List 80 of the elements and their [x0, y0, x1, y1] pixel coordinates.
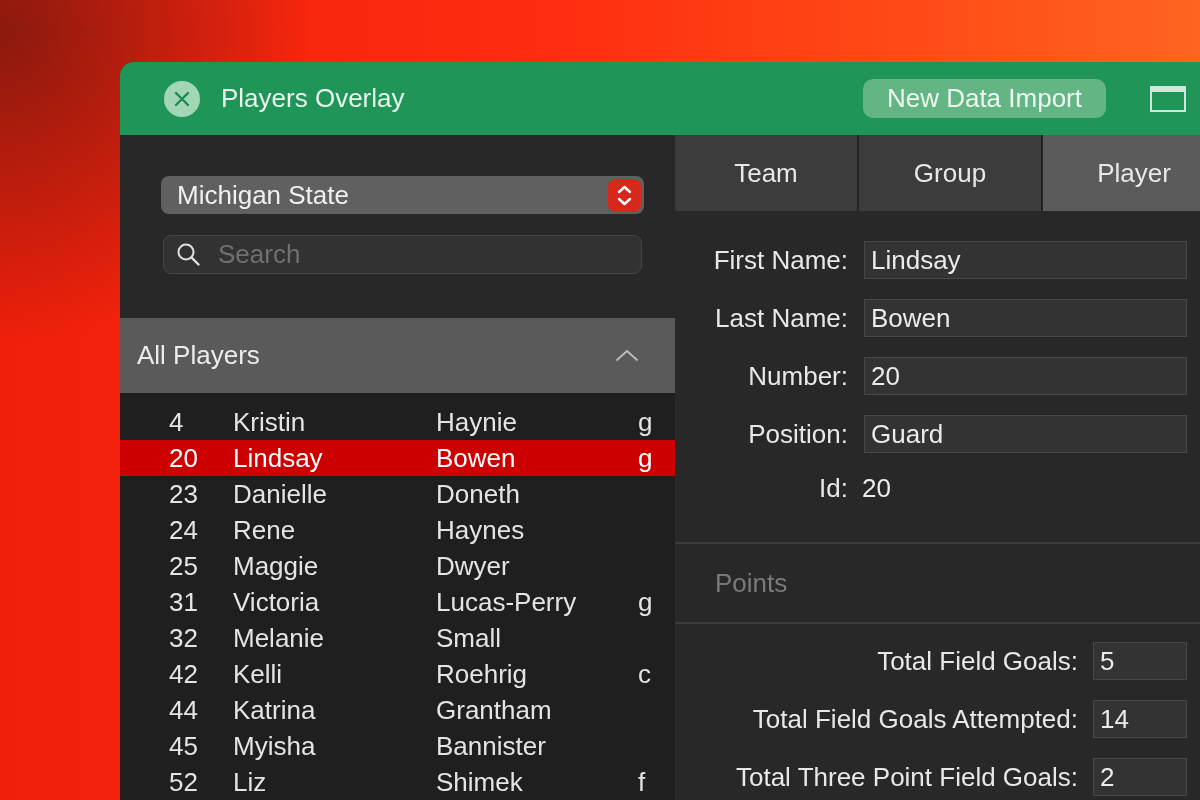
text-field[interactable]: Guard: [864, 415, 1187, 453]
player-last-name: Small: [436, 623, 501, 653]
player-last-name: Lucas-Perry: [436, 587, 577, 617]
search-icon: [177, 243, 200, 266]
player-first-name: Kelli: [233, 659, 283, 689]
player-position: g: [638, 443, 653, 473]
field-label: Position:: [748, 418, 848, 450]
player-row[interactable]: 44 Katrina Grantham: [120, 692, 675, 728]
player-row[interactable]: 23 Danielle Doneth: [120, 476, 675, 512]
player-last-name: Haynie: [436, 407, 517, 437]
player-last-name: Bannister: [436, 731, 546, 761]
player-number: 31: [169, 587, 198, 617]
player-row[interactable]: 52 Liz Shimek f: [120, 764, 675, 800]
player-last-name: Haynes: [436, 515, 525, 545]
player-row[interactable]: 32 Melanie Small: [120, 620, 675, 656]
player-row[interactable]: 31 Victoria Lucas-Perry g: [120, 584, 675, 620]
player-number: 45: [169, 731, 198, 761]
player-number: 24: [169, 515, 198, 545]
field-label: Last Name:: [715, 302, 848, 334]
player-last-name: Shimek: [436, 767, 523, 797]
player-number: 23: [169, 479, 198, 509]
stat-field[interactable]: 14: [1093, 700, 1187, 738]
stat-field[interactable]: 2: [1093, 758, 1187, 796]
chevron-icon[interactable]: [615, 349, 639, 362]
text-field[interactable]: 20: [864, 357, 1187, 395]
search-field[interactable]: Search: [163, 235, 642, 274]
player-last-name: Roehrig: [436, 659, 528, 689]
tab[interactable]: Group: [859, 135, 1041, 211]
stat-field[interactable]: 5: [1093, 642, 1187, 680]
field-label: Number:: [748, 360, 848, 392]
close-button[interactable]: [164, 80, 200, 117]
player-first-name: Danielle: [233, 479, 327, 509]
player-position: g: [638, 587, 653, 617]
stepper-icon: [608, 178, 641, 212]
player-first-name: Melanie: [233, 623, 325, 653]
player-row[interactable]: 4 Kristin Haynie g: [120, 404, 675, 440]
id-value: 20: [862, 473, 891, 503]
stat-label: Total Field Goals:: [877, 645, 1078, 677]
section-title: Points: [715, 567, 788, 599]
section-title: All Players: [137, 340, 260, 371]
player-first-name: Victoria: [233, 587, 320, 617]
player-row[interactable]: 45 Myisha Bannister: [120, 728, 675, 764]
stat-label: Total Field Goals Attempted:: [752, 703, 1078, 735]
field-label: First Name:: [713, 244, 848, 276]
window-icon[interactable]: [1150, 85, 1186, 112]
player-last-name: Grantham: [436, 695, 552, 725]
player-last-name: Doneth: [436, 479, 520, 509]
stat-label: Total Three Point Field Goals:: [735, 761, 1078, 793]
player-number: 25: [169, 551, 198, 581]
player-first-name: Liz: [233, 767, 267, 797]
player-position: c: [638, 659, 651, 689]
player-position: g: [638, 407, 653, 437]
player-position: f: [638, 767, 646, 797]
player-number: 20: [169, 443, 198, 473]
text-field[interactable]: Bowen: [864, 299, 1187, 337]
section-header[interactable]: All Players: [120, 318, 675, 393]
player-number: 42: [169, 659, 198, 689]
player-number: 4: [169, 407, 184, 437]
player-row[interactable]: 42 Kelli Roehrig c: [120, 656, 675, 692]
player-first-name: Kristin: [233, 407, 306, 437]
player-row[interactable]: 25 Maggie Dwyer: [120, 548, 675, 584]
player-row[interactable]: 20 Lindsay Bowen g: [120, 440, 675, 476]
player-row[interactable]: 24 Rene Haynes: [120, 512, 675, 548]
player-last-name: Bowen: [436, 443, 516, 473]
player-first-name: Katrina: [233, 695, 316, 725]
text-field[interactable]: Lindsay: [864, 241, 1187, 279]
tab[interactable]: Team: [675, 135, 857, 211]
player-last-name: Dwyer: [436, 551, 510, 581]
player-first-name: Lindsay: [233, 443, 323, 473]
player-number: 44: [169, 695, 198, 725]
field-label: Id:: [819, 473, 848, 503]
window-title: Players Overlay: [221, 83, 405, 114]
player-first-name: Myisha: [233, 731, 316, 761]
close-icon: [174, 90, 190, 107]
player-number: 52: [169, 767, 198, 797]
player-first-name: Rene: [233, 515, 296, 545]
tab[interactable]: Player: [1043, 135, 1200, 211]
team-dropdown[interactable]: Michigan State: [161, 176, 644, 214]
player-first-name: Maggie: [233, 551, 319, 581]
player-number: 32: [169, 623, 198, 653]
